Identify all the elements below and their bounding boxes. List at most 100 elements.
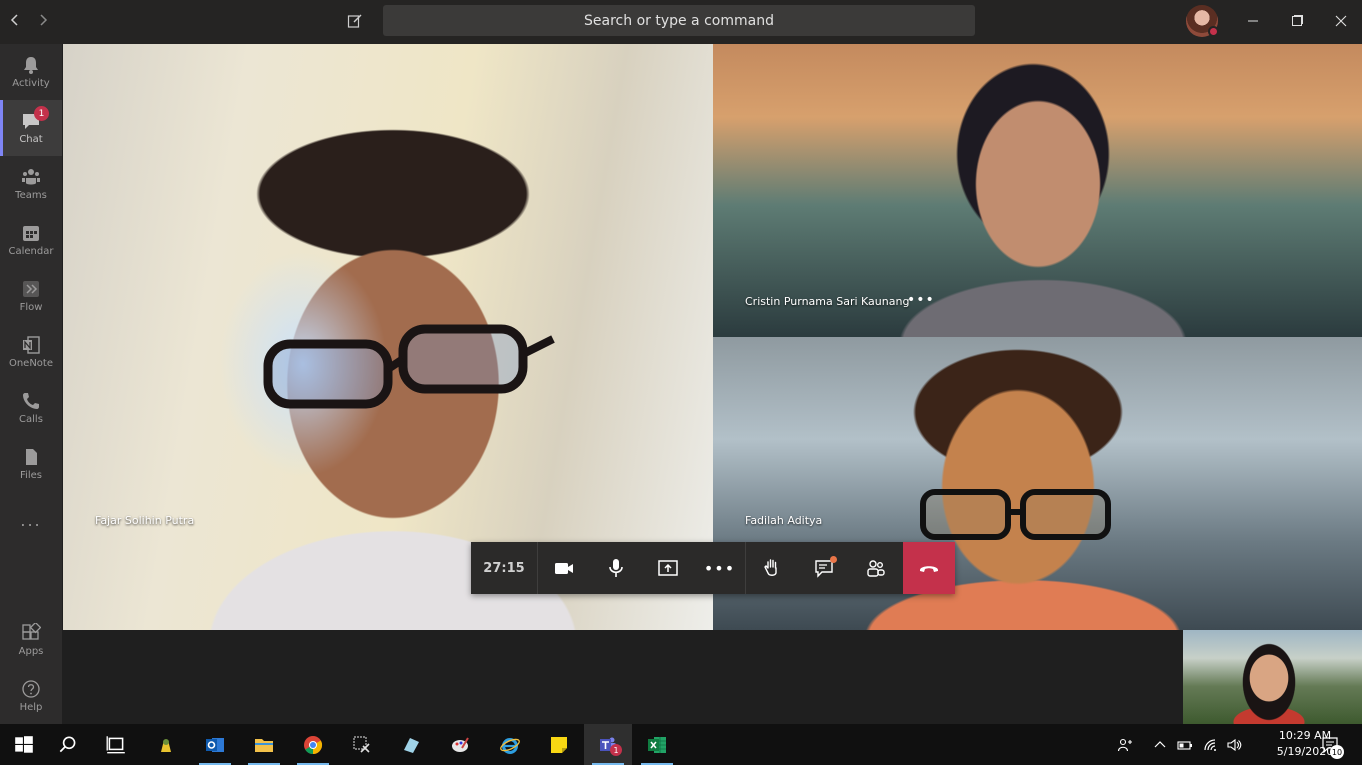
folder-icon	[255, 738, 273, 752]
maximize-icon[interactable]	[1284, 8, 1310, 34]
files-icon	[26, 449, 37, 465]
rail-item-calendar[interactable]: Calendar	[0, 212, 62, 268]
camera-button[interactable]	[538, 542, 590, 594]
chrome-icon	[304, 735, 323, 754]
show-participants-button[interactable]	[850, 542, 902, 594]
rail-item-activity[interactable]: Activity	[0, 44, 62, 100]
windows-taskbar: 1 10:29 AM 5/19/2020 10	[0, 724, 1362, 765]
forward-arrow-icon[interactable]	[33, 10, 53, 30]
apps-icon	[22, 623, 41, 640]
unread-dot	[830, 556, 837, 563]
rail-item-label: OneNote	[8, 358, 54, 369]
back-arrow-icon[interactable]	[5, 10, 25, 30]
onenote-icon	[23, 336, 40, 354]
app-shortcut-icon	[404, 737, 419, 753]
calendar-icon	[23, 226, 39, 241]
wifi-icon[interactable]	[1200, 724, 1222, 765]
avatar[interactable]	[1186, 5, 1219, 37]
microphone-button[interactable]	[590, 542, 642, 594]
taskbar-app-excel[interactable]	[633, 724, 681, 765]
taskbar-app-pinned-2[interactable]	[387, 724, 435, 765]
sticky-notes-icon	[551, 736, 567, 753]
excel-icon	[648, 736, 666, 753]
rail-item-calls[interactable]: Calls	[0, 380, 62, 436]
raise-hand-icon	[764, 559, 777, 576]
teams-badge: 1	[610, 744, 622, 756]
search-button[interactable]	[44, 724, 92, 765]
rail-item-label: Apps	[18, 646, 44, 657]
more-icon: •••	[703, 558, 736, 578]
rail-item-files[interactable]: Files	[0, 436, 62, 492]
rail-item-flow[interactable]: Flow	[0, 268, 62, 324]
taskbar-app-pinned[interactable]	[142, 724, 190, 765]
rail-item-label: Files	[20, 470, 42, 481]
rail-item-label: Teams	[15, 190, 47, 201]
participant-video-image	[263, 324, 555, 409]
taskbar-app-sticky-notes[interactable]	[535, 724, 583, 765]
rail-item-label: Calls	[19, 414, 43, 425]
hang-up-button[interactable]	[903, 542, 955, 594]
chat-badge: 1	[34, 106, 49, 121]
rail-item-more[interactable]: ...	[0, 492, 62, 548]
show-conversation-button[interactable]	[798, 542, 850, 594]
help-icon	[22, 680, 40, 698]
phone-icon	[23, 393, 39, 409]
rail-item-label: Chat	[19, 134, 43, 145]
video-tile-participant-2[interactable]: Cristin Purnama Sari Kaunang •••	[713, 44, 1362, 337]
app-bar: Activity Chat 1 Teams Calendar Flow OneN…	[0, 44, 62, 724]
more-icon: ...	[20, 510, 42, 530]
rail-item-chat[interactable]: Chat 1	[0, 100, 62, 156]
taskbar-app-explorer[interactable]	[240, 724, 288, 765]
rail-item-label: Help	[19, 702, 43, 713]
participant-name: Fajar Solihin Putra	[95, 514, 195, 527]
call-controls: 27:15 •••	[471, 542, 955, 594]
task-view-button[interactable]	[92, 724, 140, 765]
bell-icon	[24, 57, 38, 74]
snipping-tool-icon	[353, 735, 370, 753]
people-icon[interactable]	[1114, 724, 1136, 765]
windows-logo-icon	[15, 735, 33, 753]
close-icon[interactable]	[1328, 8, 1354, 34]
rail-item-label: Flow	[19, 302, 43, 313]
rail-item-label: Activity	[12, 78, 50, 89]
title-bar: Search or type a command	[0, 0, 1362, 44]
camera-icon	[555, 563, 573, 574]
start-button[interactable]	[0, 724, 48, 765]
taskbar-app-outlook[interactable]	[191, 724, 239, 765]
taskbar-app-tool[interactable]	[338, 724, 386, 765]
self-video-preview[interactable]	[1183, 630, 1362, 724]
flow-icon	[23, 281, 39, 297]
battery-icon[interactable]	[1174, 724, 1196, 765]
participant-video-image	[920, 489, 1111, 540]
rail-item-teams[interactable]: Teams	[0, 156, 62, 212]
new-chat-icon[interactable]	[344, 10, 366, 32]
chevron-up-icon[interactable]	[1150, 724, 1170, 765]
outlook-icon	[206, 737, 224, 752]
internet-explorer-icon	[500, 737, 520, 754]
more-actions-button[interactable]: •••	[694, 542, 746, 594]
search-input[interactable]: Search or type a command	[383, 5, 975, 36]
teams-icon	[22, 169, 40, 185]
search-icon	[59, 735, 76, 752]
rail-item-help[interactable]: Help	[0, 668, 62, 724]
call-timer: 27:15	[471, 542, 538, 594]
minimize-icon[interactable]	[1240, 8, 1266, 34]
taskbar-app-teams[interactable]: 1	[584, 724, 632, 765]
participants-icon	[867, 560, 885, 577]
rail-item-onenote[interactable]: OneNote	[0, 324, 62, 380]
task-view-icon	[106, 735, 125, 753]
action-center-button[interactable]: 10	[1318, 733, 1344, 759]
taskbar-app-paint[interactable]	[436, 724, 484, 765]
notification-count: 10	[1330, 745, 1344, 759]
volume-icon[interactable]	[1223, 724, 1245, 765]
paint-icon	[452, 736, 469, 752]
rail-item-apps[interactable]: Apps	[0, 612, 62, 668]
share-screen-button[interactable]	[642, 542, 694, 594]
participant-name: Cristin Purnama Sari Kaunang	[745, 295, 910, 308]
taskbar-app-chrome[interactable]	[289, 724, 337, 765]
taskbar-app-ie[interactable]	[486, 724, 534, 765]
status-busy-icon	[1208, 26, 1219, 37]
raise-hand-button[interactable]	[746, 542, 798, 594]
rail-item-label: Calendar	[8, 246, 54, 257]
participant-more-icon[interactable]: •••	[907, 292, 935, 308]
